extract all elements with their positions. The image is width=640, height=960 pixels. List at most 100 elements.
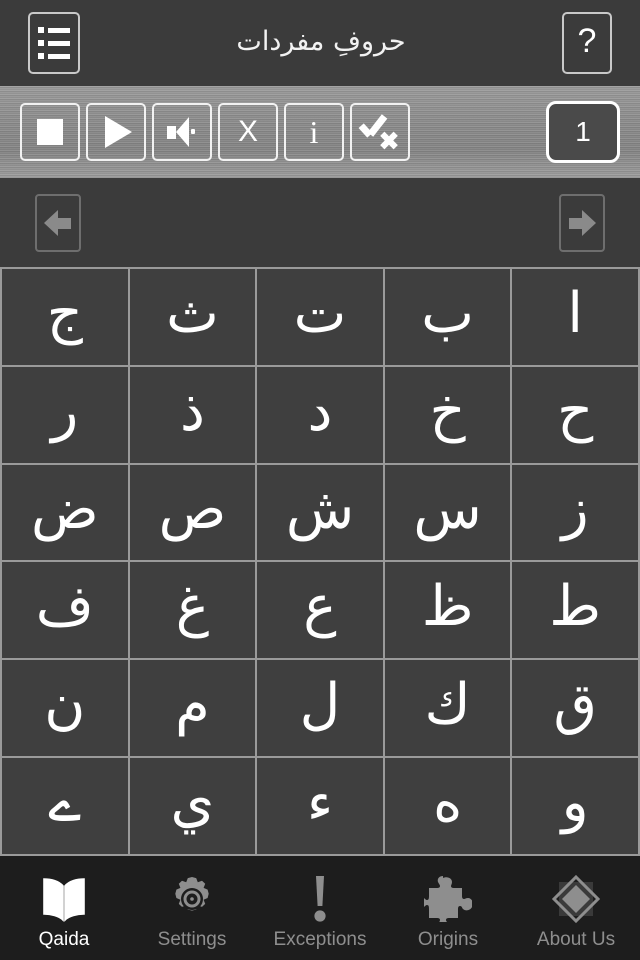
letter-cell[interactable]: ث xyxy=(129,269,256,365)
letter-glyph: ت xyxy=(293,280,347,346)
x-icon: X xyxy=(237,115,258,148)
letter-glyph: ء xyxy=(306,770,334,836)
tab-exceptions[interactable]: Exceptions xyxy=(256,856,384,960)
stop-button[interactable] xyxy=(20,103,80,161)
letter-glyph: ع xyxy=(303,574,337,640)
letter-cell[interactable]: ء xyxy=(257,758,383,854)
arrow-left-icon xyxy=(44,209,72,236)
letter-cell[interactable]: خ xyxy=(384,366,511,463)
stop-icon xyxy=(37,119,63,145)
letter-glyph: د xyxy=(307,378,333,444)
letter-cell[interactable]: ي xyxy=(129,758,256,854)
letter-cell[interactable]: ص xyxy=(129,464,256,561)
info-button[interactable]: i xyxy=(284,103,344,161)
letter-row: ز س ش ص ض xyxy=(0,464,640,561)
letter-glyph: ث xyxy=(166,280,219,346)
letter-cell[interactable]: ذ xyxy=(129,366,256,463)
letter-cell[interactable]: د xyxy=(257,366,383,463)
letter-glyph: س xyxy=(413,476,482,542)
tab-origins[interactable]: Origins xyxy=(384,856,512,960)
letter-cell[interactable]: ف xyxy=(2,562,128,659)
letter-glyph: ص xyxy=(158,476,227,542)
letter-cell[interactable]: ط xyxy=(512,562,638,659)
gear-icon xyxy=(164,874,220,924)
tab-label: Origins xyxy=(417,928,479,950)
tab-settings[interactable]: Settings xyxy=(128,856,256,960)
letter-cell[interactable]: ل xyxy=(257,660,383,757)
letter-cell[interactable]: ا xyxy=(512,269,638,365)
letter-cell[interactable]: ب xyxy=(384,269,511,365)
pager-nav-bar xyxy=(0,178,640,267)
player-toolbar: X i 1 xyxy=(0,86,640,178)
letter-cell[interactable]: ه xyxy=(384,758,511,854)
letter-glyph: ر xyxy=(51,378,79,444)
toolbar-button-group: X i xyxy=(20,103,410,161)
check-clear-button[interactable] xyxy=(350,103,410,161)
close-button[interactable]: X xyxy=(218,103,278,161)
prev-page-button[interactable] xyxy=(35,193,81,252)
letter-cell[interactable]: غ xyxy=(129,562,256,659)
letter-row: ح خ د ذ ر xyxy=(0,366,640,463)
letter-glyph: ح xyxy=(557,378,594,444)
letter-cell[interactable]: ن xyxy=(2,660,128,757)
letter-glyph: ف xyxy=(35,574,94,640)
letter-row: ط ظ ع غ ف xyxy=(0,562,640,659)
page-title: حروفِ مفردات xyxy=(236,25,406,57)
letter-glyph: ذ xyxy=(179,378,205,444)
letter-glyph: ك xyxy=(424,672,471,738)
speaker-icon xyxy=(165,117,199,147)
letter-glyph: ب xyxy=(421,280,474,346)
index-list-button[interactable] xyxy=(28,12,80,74)
next-page-button[interactable] xyxy=(559,193,605,252)
letter-glyph: ے xyxy=(48,770,82,836)
tab-label: About Us xyxy=(536,928,616,950)
letter-cell[interactable]: ع xyxy=(257,562,383,659)
letter-glyph: ش xyxy=(285,476,355,542)
letter-cell[interactable]: ت xyxy=(257,269,383,365)
letter-cell[interactable]: ظ xyxy=(384,562,511,659)
exclamation-icon xyxy=(292,874,348,924)
letter-cell[interactable]: ز xyxy=(512,464,638,561)
letter-cell[interactable]: س xyxy=(384,464,511,561)
arrow-right-icon xyxy=(568,209,596,236)
diamond-icon xyxy=(548,874,604,924)
letter-cell[interactable]: و xyxy=(512,758,638,854)
letter-glyph: ض xyxy=(30,476,99,542)
tab-label: Exceptions xyxy=(273,928,367,950)
letter-glyph: ه xyxy=(432,770,463,836)
sound-button[interactable] xyxy=(152,103,212,161)
letter-cell[interactable]: ح xyxy=(512,366,638,463)
tab-qaida[interactable]: Qaida xyxy=(0,856,128,960)
letter-glyph: ق xyxy=(553,672,597,738)
letter-cell[interactable]: ج xyxy=(2,269,128,365)
letter-glyph: خ xyxy=(429,378,466,444)
book-icon xyxy=(36,874,92,924)
header-bar: حروفِ مفردات ? xyxy=(0,0,640,86)
letter-row: و ه ء ي ے xyxy=(0,758,640,854)
letter-cell[interactable]: ك xyxy=(384,660,511,757)
puzzle-piece-icon xyxy=(420,874,476,924)
letter-cell[interactable]: ق xyxy=(512,660,638,757)
letter-row: ق ك ل م ن xyxy=(0,660,640,757)
play-button[interactable] xyxy=(86,103,146,161)
letter-grid: ا ب ت ث ج ح خ د ذ ر ز س ش ص ض ط ظ ع غ ف xyxy=(0,267,640,856)
letter-cell[interactable]: ر xyxy=(2,366,128,463)
letter-cell[interactable]: م xyxy=(129,660,256,757)
letter-cell[interactable]: ض xyxy=(2,464,128,561)
letter-glyph: و xyxy=(561,770,589,836)
letter-glyph: ظ xyxy=(421,574,474,640)
letter-glyph: ل xyxy=(299,672,341,738)
tab-about-us[interactable]: About Us xyxy=(512,856,640,960)
page-number-badge[interactable]: 1 xyxy=(546,101,620,163)
letter-glyph: ط xyxy=(549,574,602,640)
letter-cell[interactable]: ش xyxy=(257,464,383,561)
play-icon xyxy=(104,116,132,148)
letter-glyph: ا xyxy=(567,280,583,346)
letter-glyph: غ xyxy=(175,574,210,640)
letter-glyph: ز xyxy=(561,476,589,542)
letter-glyph: ج xyxy=(46,280,83,346)
letter-cell[interactable]: ے xyxy=(2,758,128,854)
app-root: حروفِ مفردات ? X i 1 ا ب ت ث ج ح خ د ذ ر… xyxy=(0,0,640,960)
help-button[interactable]: ? xyxy=(562,12,612,74)
check-x-icon xyxy=(362,116,398,148)
